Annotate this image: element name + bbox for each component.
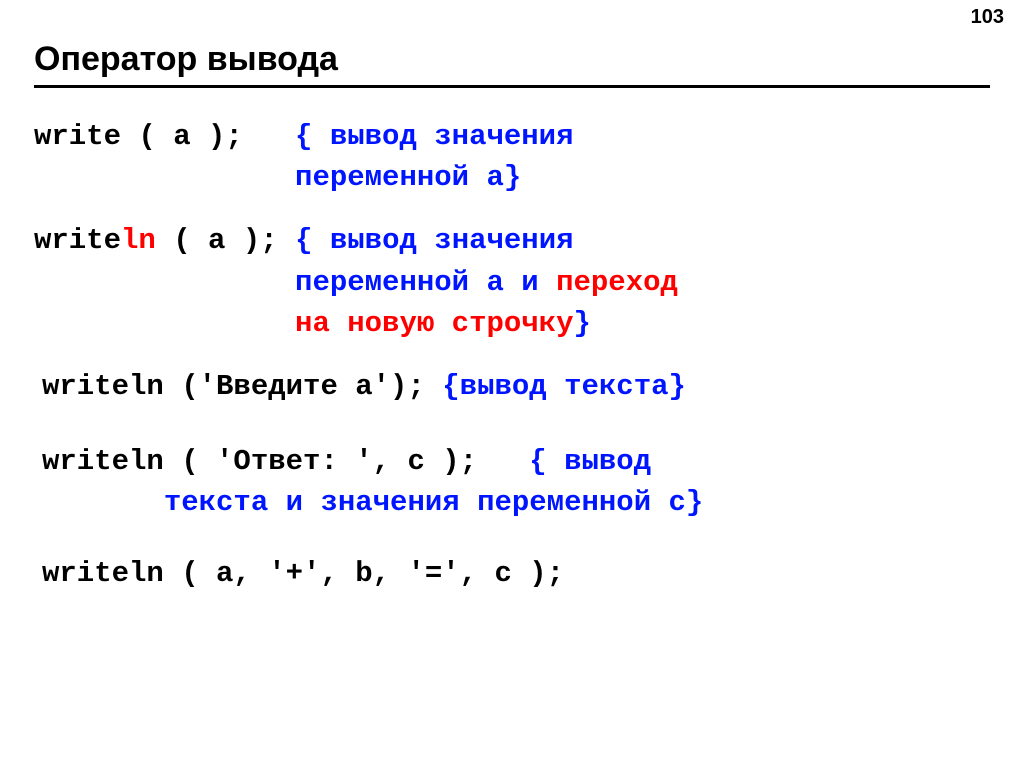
code-text: writeln ('Введите a'); <box>42 370 442 403</box>
page-title: Оператор вывода <box>34 40 990 79</box>
code-comment: переменной a и <box>34 266 556 299</box>
code-example-writeln-expr: writeln ( a, '+', b, '=', c ); <box>42 553 990 594</box>
code-comment: { вывод <box>529 445 651 478</box>
code-comment: переменной a} <box>34 161 521 194</box>
code-highlight: переход <box>556 266 678 299</box>
code-comment: { вывод значения <box>295 120 573 153</box>
code-example-writeln-text: writeln ('Введите a'); {вывод текста} <box>42 366 990 407</box>
title-rule <box>34 85 990 88</box>
code-comment: текста и значения переменной c} <box>42 486 703 519</box>
code-text: writeln ( 'Ответ: ', c ); <box>42 445 529 478</box>
code-example-writeln: writeln ( a ); { вывод значения переменн… <box>34 220 990 344</box>
code-text: writeln ( a, '+', b, '=', c ); <box>42 557 564 590</box>
code-example-writeln-textvar: writeln ( 'Ответ: ', c ); { вывод текста… <box>42 441 990 523</box>
code-comment: {вывод текста} <box>442 370 686 403</box>
page-number: 103 <box>971 6 1004 29</box>
code-highlight: ln <box>121 224 156 257</box>
code-highlight: на новую строчку <box>34 307 574 340</box>
slide: 103 Оператор вывода write ( a ); { вывод… <box>0 0 1024 767</box>
code-text: write ( a ); <box>34 120 295 153</box>
code-text: ( a ); <box>156 224 295 257</box>
code-comment: } <box>574 307 591 340</box>
code-text: write <box>34 224 121 257</box>
code-example-write: write ( a ); { вывод значения переменной… <box>34 116 990 198</box>
code-comment: { вывод значения <box>295 224 573 257</box>
